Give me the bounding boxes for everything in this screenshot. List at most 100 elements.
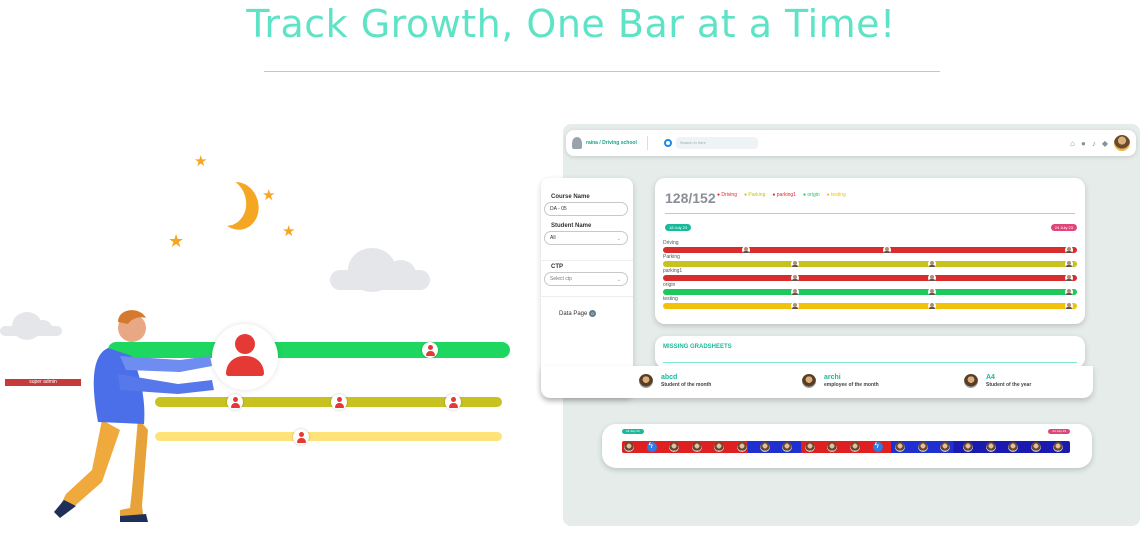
timeline-strip-card: 18 July 23 24 July 23 xyxy=(602,424,1092,468)
avatar[interactable] xyxy=(669,442,680,452)
top-navbar: raina / Driving school Search in here ⌂ … xyxy=(566,130,1136,156)
avatar[interactable] xyxy=(737,442,747,452)
divider xyxy=(665,213,1075,214)
avatar[interactable] xyxy=(782,442,793,452)
avatar[interactable] xyxy=(1064,274,1073,282)
missing-gradsheets-card: MISSING GRADSHEETS xyxy=(655,336,1085,368)
track-bar xyxy=(663,246,1077,254)
legend-item-parking: Parking xyxy=(744,192,765,198)
bell-icon[interactable]: ♪ xyxy=(1092,139,1096,148)
track-bar xyxy=(663,288,1077,296)
award-name: abcd xyxy=(661,373,678,381)
avatar[interactable] xyxy=(1064,260,1073,268)
avatar[interactable] xyxy=(928,274,937,282)
award-item[interactable]: A4 Student of the year xyxy=(964,369,1031,393)
bolt-icon[interactable] xyxy=(872,441,883,452)
legend-item-driving: Driving xyxy=(717,192,737,198)
track-label: Parking xyxy=(663,254,680,260)
avatar xyxy=(639,374,653,388)
avatar[interactable] xyxy=(928,302,937,310)
avatar[interactable] xyxy=(791,302,800,310)
avatar[interactable] xyxy=(963,442,973,452)
bolt-icon[interactable] xyxy=(646,441,657,452)
track-label: testing xyxy=(663,296,678,302)
avatar[interactable] xyxy=(895,442,906,452)
track-label: Driving xyxy=(663,240,679,246)
avatar[interactable] xyxy=(1053,442,1064,452)
user-pin-icon xyxy=(292,428,309,445)
awards-row: abcd Student of the month archi employee… xyxy=(541,366,1093,398)
avatar[interactable] xyxy=(928,260,937,268)
divider xyxy=(541,260,633,261)
user-pin-icon xyxy=(421,342,438,358)
avatar[interactable] xyxy=(940,442,951,452)
data-page-link[interactable]: Data Page 0 xyxy=(559,310,597,317)
legend-item-origin: origin xyxy=(803,192,819,198)
ctp-select-value: Select ctp xyxy=(550,276,572,282)
avatar[interactable] xyxy=(691,442,702,452)
avatar[interactable] xyxy=(791,260,800,268)
illustration: ★ ★ ★ ★ xyxy=(0,90,560,533)
person-pushing-illustration xyxy=(54,310,214,522)
avatar[interactable] xyxy=(1008,442,1019,452)
student-label: Student Name xyxy=(551,223,592,229)
avatar[interactable] xyxy=(882,246,891,254)
avatar[interactable] xyxy=(791,288,800,296)
avatar[interactable] xyxy=(791,274,800,282)
track-label: parking1 xyxy=(663,268,683,274)
legend: Driving Parking parking1 origin testing xyxy=(717,192,846,198)
cloud-icon xyxy=(330,248,430,292)
chevron-down-icon: ⌄ xyxy=(616,236,621,242)
avatar[interactable] xyxy=(714,442,725,452)
role-badge: super admin xyxy=(5,379,81,386)
avatar xyxy=(802,374,816,388)
avatar[interactable] xyxy=(1064,302,1073,310)
end-date-badge: 24 July 23 xyxy=(1050,224,1077,231)
data-page-label: Data Page xyxy=(559,311,588,317)
chevron-down-icon: ⌄ xyxy=(616,277,621,283)
award-title: Student of the year xyxy=(986,381,1032,388)
course-select[interactable]: DA - 05 xyxy=(544,202,628,216)
strip-start-date: 18 July 23 xyxy=(622,429,644,434)
user-pin-icon xyxy=(330,394,347,410)
missing-title: MISSING GRADSHEETS xyxy=(663,344,732,350)
search-input[interactable]: Search in here xyxy=(675,137,758,149)
legend-item-testing: testing xyxy=(827,192,846,198)
avatar[interactable] xyxy=(1064,246,1073,254)
avatar[interactable] xyxy=(928,288,937,296)
divider xyxy=(646,136,648,150)
star-icon: ★ xyxy=(262,187,276,204)
student-select-value: All xyxy=(550,235,556,241)
award-item[interactable]: archi employee of the month xyxy=(802,369,879,393)
star-icon: ★ xyxy=(282,223,296,240)
avatar[interactable] xyxy=(741,246,750,254)
user-icon xyxy=(572,137,582,149)
ctp-select[interactable]: Select ctp ⌄ xyxy=(544,272,628,286)
award-name: A4 xyxy=(986,373,995,381)
progress-card: 128/152 Driving Parking parking1 origin … xyxy=(655,178,1085,324)
divider xyxy=(541,296,633,297)
avatar[interactable] xyxy=(1064,288,1073,296)
filter-sidebar: Course Name DA - 05 Student Name All ⌄ C… xyxy=(541,178,633,398)
toolbar-icons: ⌂ ● ♪ ◆ xyxy=(1070,135,1130,151)
avatar[interactable] xyxy=(850,442,860,452)
profile-avatar[interactable] xyxy=(1114,135,1130,151)
home-icon[interactable]: ⌂ xyxy=(1070,139,1075,148)
avatar[interactable] xyxy=(624,442,634,452)
diamond-icon[interactable]: ◆ xyxy=(1102,139,1108,148)
user-pin-icon xyxy=(445,394,462,410)
avatar xyxy=(964,374,978,388)
chat-icon[interactable]: ● xyxy=(1081,139,1086,148)
avatar[interactable] xyxy=(1030,442,1041,452)
award-title: Student of the month xyxy=(661,381,712,388)
progress-count: 128/152 xyxy=(665,190,716,206)
avatar[interactable] xyxy=(985,442,996,452)
avatar[interactable] xyxy=(804,442,815,452)
student-select[interactable]: All ⌄ xyxy=(544,231,628,245)
award-item[interactable]: abcd Student of the month xyxy=(639,369,711,393)
avatar[interactable] xyxy=(759,442,770,452)
app-logo-icon[interactable] xyxy=(663,139,672,147)
avatar[interactable] xyxy=(917,442,928,452)
avatar[interactable] xyxy=(827,442,838,452)
org-breadcrumb[interactable]: raina / Driving school xyxy=(586,140,637,146)
